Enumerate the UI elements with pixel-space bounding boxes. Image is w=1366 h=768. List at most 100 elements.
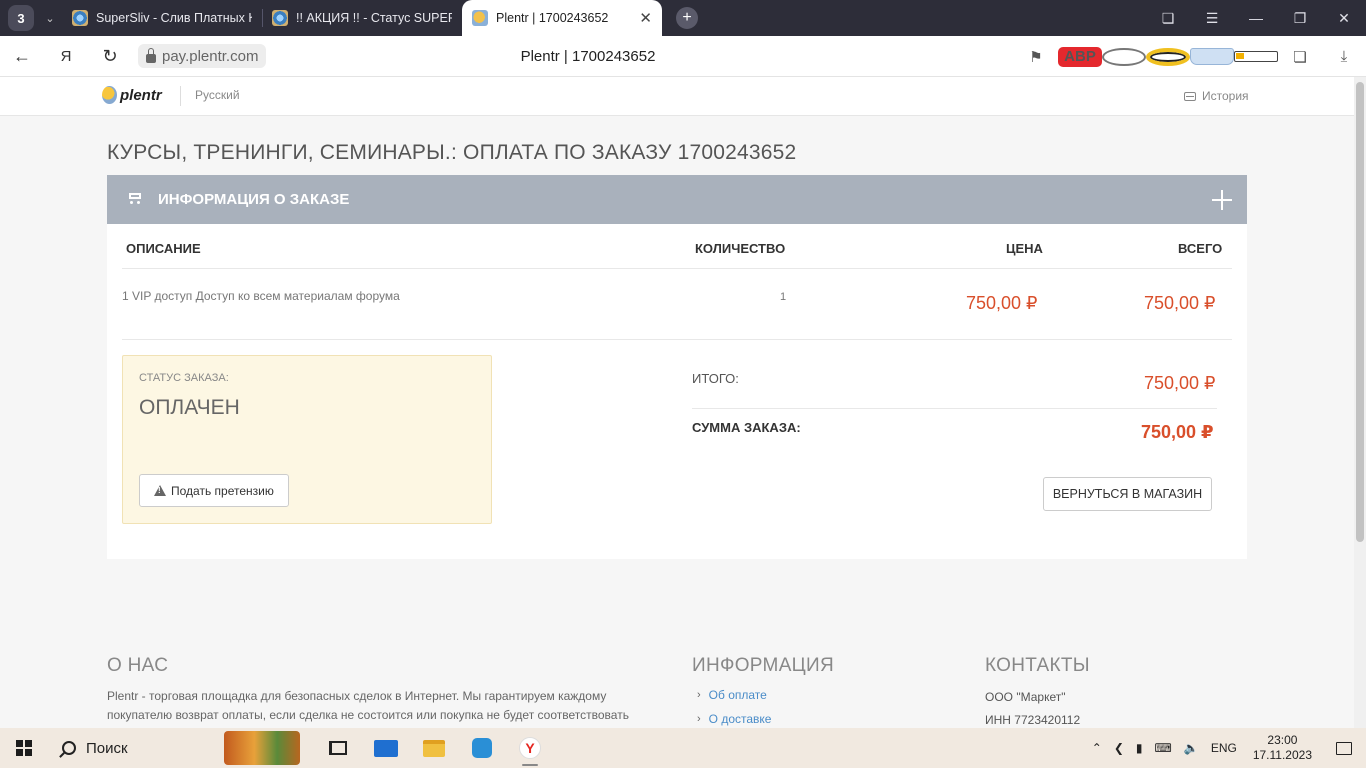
- order-sum-label: СУММА ЗАКАЗА:: [692, 420, 801, 435]
- tab-switch-icon[interactable]: ❏: [1146, 10, 1190, 27]
- url-field[interactable]: pay.plentr.com: [138, 44, 267, 68]
- about-heading: О НАС: [107, 655, 169, 676]
- chevron-down-icon[interactable]: ⌄: [38, 5, 62, 31]
- order-section-title: ИНФОРМАЦИЯ О ЗАКАЗЕ: [158, 191, 350, 208]
- history-link[interactable]: История: [1184, 89, 1249, 103]
- tab-title: SuperSliv - Слив Платных К: [96, 11, 252, 25]
- tab-title: Plentr | 1700243652: [496, 11, 609, 25]
- file-claim-label: Подать претензию: [171, 483, 274, 498]
- menu-icon[interactable]: ☰: [1190, 10, 1234, 27]
- info-heading: ИНФОРМАЦИЯ: [692, 655, 834, 676]
- subtotal-label: ИТОГО:: [692, 371, 739, 386]
- tab-title: !! АКЦИЯ !! - Статус SUPER: [296, 11, 452, 25]
- tab-count-badge[interactable]: 3: [8, 5, 34, 31]
- taskbar-mail[interactable]: [362, 728, 410, 768]
- column-quantity: КОЛИЧЕСТВО: [695, 241, 786, 256]
- browser-tab-akcia[interactable]: !! АКЦИЯ !! - Статус SUPER: [262, 0, 462, 36]
- shield-extension-icon[interactable]: [1190, 48, 1234, 65]
- return-to-shop-button[interactable]: ВЕРНУТЬСЯ В МАГАЗИН: [1043, 477, 1212, 511]
- plentr-logo[interactable]: plentr: [102, 86, 162, 104]
- taskbar-messenger[interactable]: [458, 728, 506, 768]
- footer-link-delivery[interactable]: › О доставке: [697, 712, 771, 726]
- messenger-app-icon: [472, 738, 492, 758]
- order-panel-header[interactable]: ИНФОРМАЦИЯ О ЗАКАЗЕ: [107, 175, 1247, 224]
- extension-icons: ⚑ ABP ❏ ⤓: [1014, 36, 1366, 77]
- close-tab-icon[interactable]: ✕: [639, 9, 652, 27]
- notifications-button[interactable]: [1322, 728, 1366, 768]
- window-controls: ❏ ☰ — ❐ ✕: [1146, 0, 1366, 36]
- clock[interactable]: 23:00 17.11.2023: [1243, 733, 1322, 763]
- adblock-plus-badge: ABP: [1058, 46, 1102, 67]
- inbox-icon: [1184, 91, 1196, 101]
- item-description: 1 VIP доступ Доступ ко всем материалам ф…: [122, 289, 400, 303]
- chevron-right-icon: ›: [697, 713, 701, 725]
- order-sum-value: 750,00 ₽: [1141, 422, 1214, 442]
- item-quantity: 1: [780, 291, 787, 303]
- search-highlight-image[interactable]: [224, 731, 300, 765]
- taskbar-explorer[interactable]: [410, 728, 458, 768]
- ring-shape: [1146, 47, 1190, 66]
- back-arrow-icon[interactable]: ←: [0, 46, 44, 67]
- yandex-logo-icon[interactable]: Я: [44, 48, 88, 65]
- close-window-icon[interactable]: ✕: [1322, 10, 1366, 27]
- address-bar: ← Я ↻ pay.plentr.com Plentr | 1700243652…: [0, 36, 1366, 77]
- minimize-icon[interactable]: —: [1234, 10, 1278, 26]
- globe-shape: [1102, 47, 1146, 66]
- browser-tab-plentr[interactable]: Plentr | 1700243652 ✕: [462, 0, 662, 36]
- logo-text: plentr: [120, 86, 162, 104]
- order-panel: ИНФОРМАЦИЯ О ЗАКАЗЕ ОПИСАНИЕ КОЛИЧЕСТВО …: [107, 175, 1247, 559]
- order-status-box: СТАТУС ЗАКАЗА: ОПЛАЧЕН Подать претензию: [122, 355, 492, 524]
- system-tray: ⌃ ❮ ▮ ⌨ 🔈 ENG 23:00 17.11.2023: [1086, 728, 1366, 768]
- volume-icon[interactable]: 🔈: [1178, 741, 1205, 755]
- plentr-logo-icon: [102, 86, 117, 104]
- page-title: КУРСЫ, ТРЕНИНГИ, СЕМИНАРЫ.: ОПЛАТА ПО ЗА…: [107, 141, 797, 164]
- contacts-heading: КОНТАКТЫ: [985, 655, 1090, 676]
- download-icon[interactable]: ⤓: [1322, 48, 1366, 65]
- yandex-browser-icon: Y: [519, 737, 541, 759]
- footer-link-label: О доставке: [708, 712, 772, 726]
- battery-icon[interactable]: ▮: [1130, 741, 1149, 755]
- contact-inn: ИНН 7723420112: [985, 713, 1081, 727]
- taskbar-yandex-browser[interactable]: Y: [506, 728, 554, 768]
- page-scrollbar-thumb[interactable]: [1356, 82, 1364, 542]
- keyboard-icon[interactable]: ⌨: [1149, 741, 1178, 755]
- tab-counter[interactable]: 3 ⌄: [0, 0, 62, 36]
- restore-icon[interactable]: ❐: [1278, 10, 1322, 27]
- footer-link-payment[interactable]: › Об оплате: [697, 688, 767, 702]
- chevron-up-icon[interactable]: ⌃: [1086, 741, 1108, 755]
- wifi-icon[interactable]: ❮: [1108, 741, 1130, 755]
- ring-extension-icon[interactable]: [1146, 47, 1190, 66]
- windows-logo-icon: [16, 740, 32, 756]
- browser-tab-supersliv[interactable]: SuperSliv - Слив Платных К: [62, 0, 262, 36]
- folder-icon: [423, 739, 445, 757]
- subtotal-value: 750,00 ₽: [1144, 373, 1216, 393]
- header-divider: [180, 86, 181, 106]
- item-total: 750,00 ₽: [1144, 293, 1216, 313]
- reload-icon[interactable]: ↻: [88, 46, 132, 67]
- collections-icon[interactable]: ❏: [1278, 48, 1322, 66]
- warning-icon: [154, 485, 166, 496]
- file-claim-button[interactable]: Подать претензию: [139, 474, 289, 507]
- column-description: ОПИСАНИЕ: [126, 241, 201, 256]
- mail-icon: [374, 739, 398, 757]
- globe-icon[interactable]: [1102, 47, 1146, 66]
- clock-time: 23:00: [1267, 733, 1298, 747]
- summary-divider-line: [692, 408, 1217, 409]
- search-icon: [62, 741, 76, 755]
- expand-plus-icon[interactable]: [1212, 190, 1232, 210]
- language-indicator[interactable]: ENG: [1205, 741, 1243, 755]
- new-tab-plus-icon[interactable]: +: [676, 7, 698, 29]
- lock-icon: [146, 47, 156, 63]
- browser-tab-bar: 3 ⌄ SuperSliv - Слив Платных К !! АКЦИЯ …: [0, 0, 1366, 36]
- header-divider-line: [122, 268, 1232, 269]
- status-value: ОПЛАЧЕН: [139, 396, 240, 419]
- windows-taskbar: Поиск Y ⌃ ❮ ▮ ⌨ 🔈 ENG 23:00 17.11.2023: [0, 728, 1366, 768]
- adblock-plus-icon[interactable]: ABP: [1058, 46, 1102, 67]
- language-selector[interactable]: Русский: [195, 88, 240, 102]
- battery-saver-icon[interactable]: [1234, 51, 1278, 62]
- bookmark-icon[interactable]: ⚑: [1014, 48, 1058, 66]
- history-label: История: [1202, 89, 1249, 103]
- start-button[interactable]: [0, 728, 48, 768]
- battery-shape: [1234, 51, 1278, 62]
- task-view-button[interactable]: [314, 728, 362, 768]
